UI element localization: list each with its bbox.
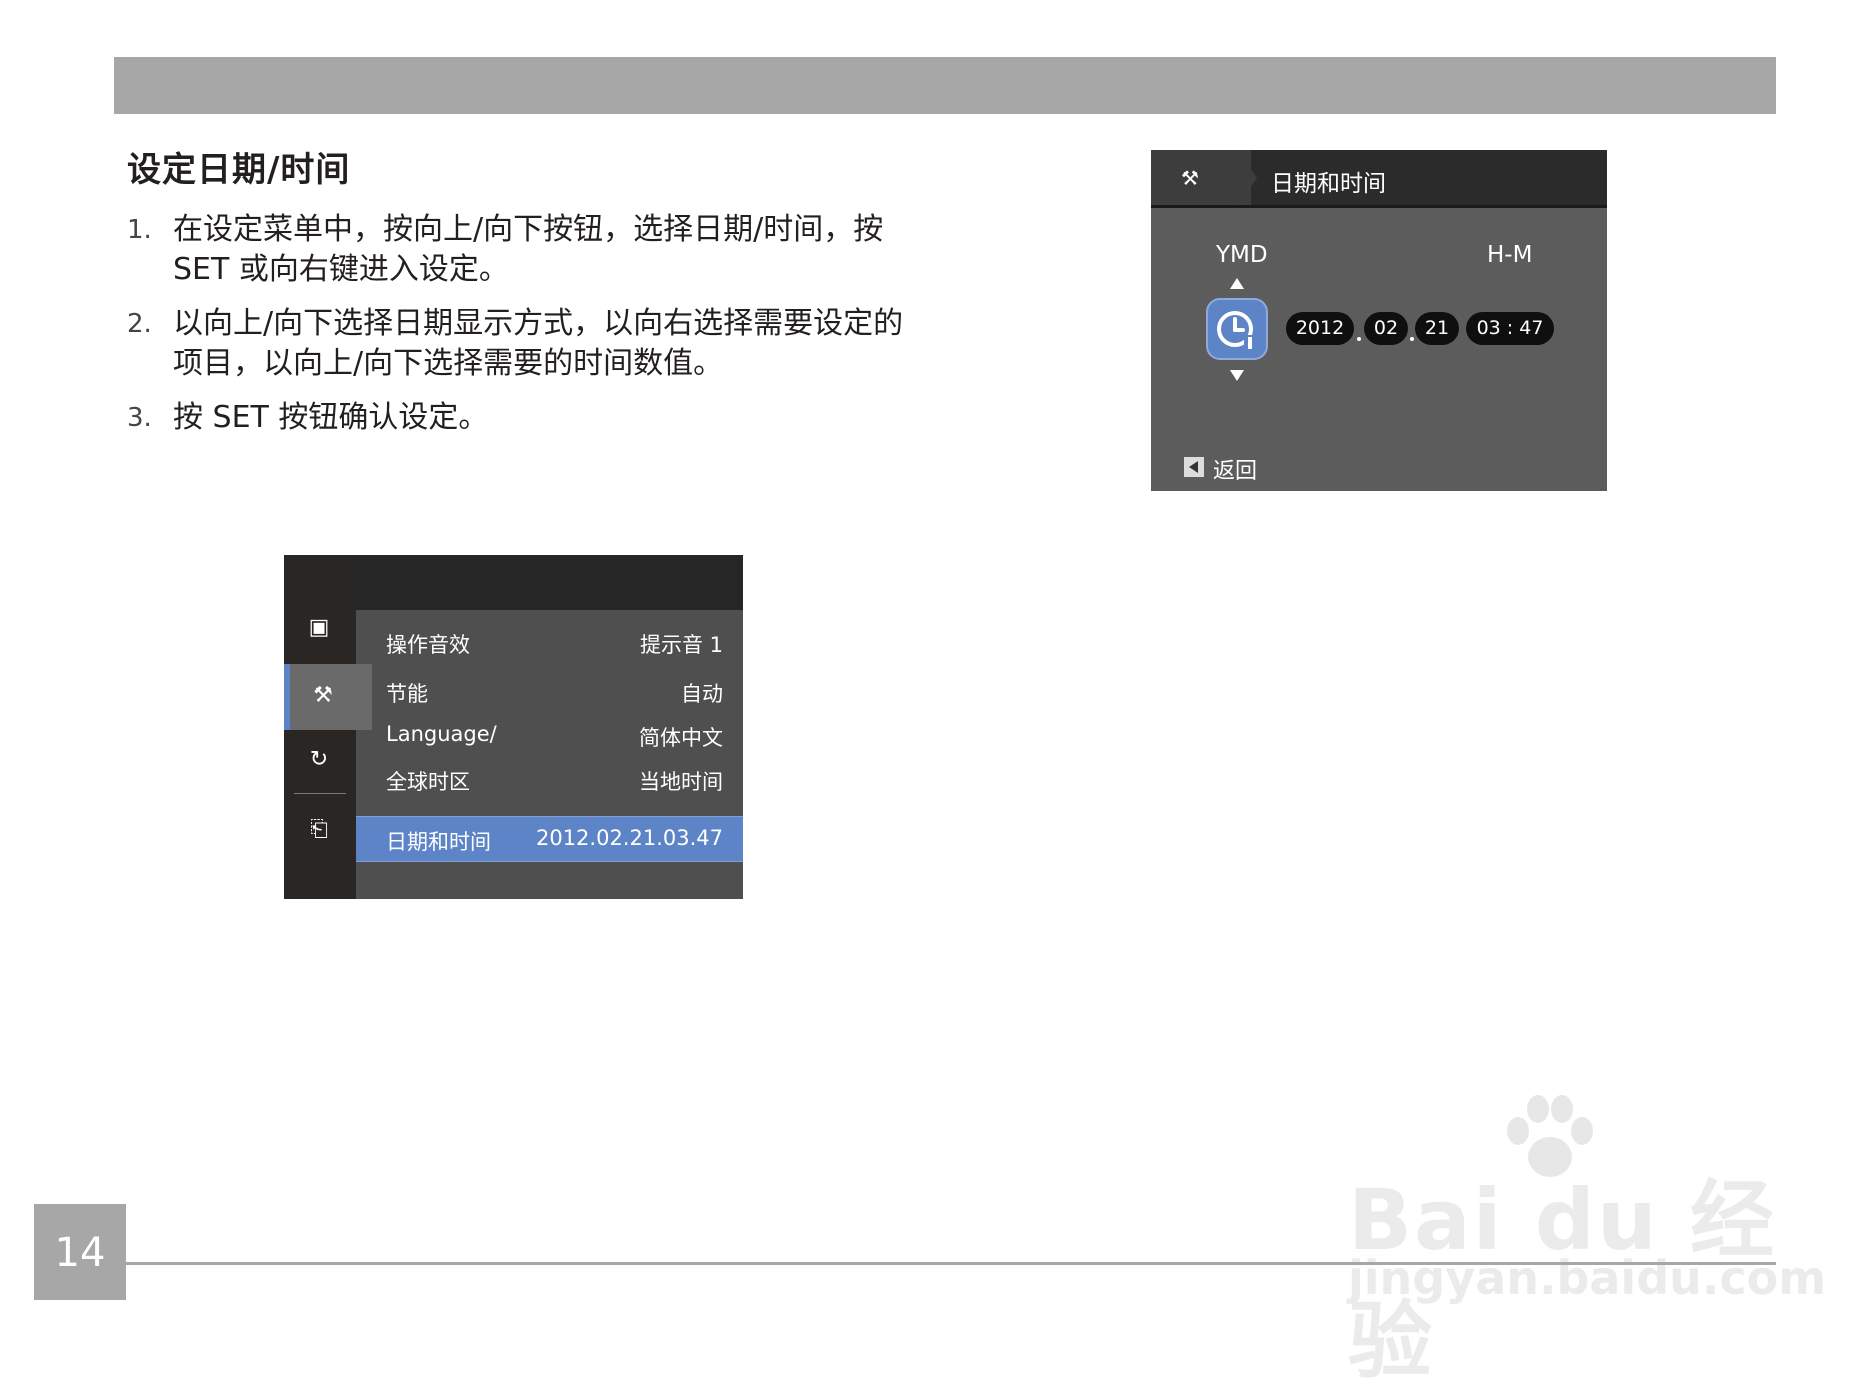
menu-item-label: 操作音效 xyxy=(386,633,470,657)
screen-header: ⚒ 日期和时间 xyxy=(1151,150,1607,208)
menu-item-date-time[interactable]: 日期和时间 2012.02.21.03.47 xyxy=(356,816,743,862)
menu-item-value: 2012.02.21.03.47 xyxy=(535,826,723,850)
datetime-screen: ⚒ 日期和时间 YMD H-M 2012 02 21 03 : 47 返回 xyxy=(1151,150,1607,491)
date-separator xyxy=(1410,337,1414,341)
page-number-box: 14 xyxy=(34,1204,126,1300)
wrench-icon: ⚒ xyxy=(313,683,333,708)
step-number: 2. xyxy=(127,309,152,339)
date-format-selector[interactable] xyxy=(1206,298,1268,360)
header-bar xyxy=(114,57,1776,114)
step-2: 2. 以向上/向下选择日期显示方式，以向右选择需要设定的项目，以向上/向下选择需… xyxy=(127,304,927,384)
instruction-list: 1. 在设定菜单中，按向上/向下按钮，选择日期/时间，按 SET 或向右键进入设… xyxy=(127,210,927,452)
step-text: 以向上/向下选择日期显示方式，以向右选择需要设定的项目，以向上/向下选择需要的时… xyxy=(173,306,904,381)
menu-item-sound[interactable]: 操作音效 提示音 1 xyxy=(356,620,743,664)
menu-sidebar: ▣ ⚒ ↻ ⎗ xyxy=(284,555,372,899)
menu-item-power-save[interactable]: 节能 自动 xyxy=(356,669,743,713)
time-format-label: H-M xyxy=(1487,242,1533,268)
step-3: 3. 按 SET 按钮确认设定。 xyxy=(127,398,927,438)
time-field[interactable]: 03 : 47 xyxy=(1466,312,1554,345)
step-text: 在设定菜单中，按向上/向下按钮，选择日期/时间，按 SET 或向右键进入设定。 xyxy=(173,212,884,287)
wrench-icon: ⚒ xyxy=(1181,166,1199,190)
menu-header xyxy=(356,555,743,610)
menu-item-world-time[interactable]: 全球时区 当地时间 xyxy=(356,757,743,801)
watermark-url: jingyan.baidu.com xyxy=(1348,1251,1827,1305)
up-arrow-icon[interactable] xyxy=(1230,278,1244,289)
month-field[interactable]: 02 xyxy=(1364,312,1408,345)
step-1: 1. 在设定菜单中，按向上/向下按钮，选择日期/时间，按 SET 或向右键进入设… xyxy=(127,210,927,290)
refresh-icon[interactable]: ↻ xyxy=(300,741,338,779)
menu-item-label: 节能 xyxy=(386,682,428,706)
connection-icon[interactable]: ⎗ xyxy=(300,811,338,849)
sidebar-divider xyxy=(294,793,346,794)
back-arrow-icon[interactable] xyxy=(1184,457,1204,477)
menu-item-value: 简体中文 xyxy=(639,726,723,750)
settings-tab[interactable]: ⚒ xyxy=(1151,150,1251,205)
down-arrow-icon[interactable] xyxy=(1230,370,1244,381)
back-label[interactable]: 返回 xyxy=(1213,453,1257,485)
menu-item-language[interactable]: Language/ 简体中文 xyxy=(356,713,743,757)
footer-rule xyxy=(126,1262,1776,1265)
year-field[interactable]: 2012 xyxy=(1286,312,1354,345)
menu-item-label: 全球时区 xyxy=(386,770,470,794)
date-format-label: YMD xyxy=(1216,242,1268,268)
clock-icon xyxy=(1217,311,1253,349)
day-field[interactable]: 21 xyxy=(1415,312,1459,345)
menu-item-label: 日期和时间 xyxy=(386,830,491,854)
menu-item-value: 自动 xyxy=(681,682,723,706)
menu-item-value: 提示音 1 xyxy=(639,633,723,657)
menu-item-label: Language/ xyxy=(386,722,497,746)
breadcrumb-chevron xyxy=(1237,150,1257,206)
settings-menu-screen: ▣ ⚒ ↻ ⎗ 操作音效 提示音 1 节能 自动 Language/ 简体中文 … xyxy=(284,555,743,899)
date-separator xyxy=(1357,337,1361,341)
baidu-watermark: Bai du 经验 jingyan.baidu.com xyxy=(1348,1091,1826,1390)
screen-title: 日期和时间 xyxy=(1271,171,1386,197)
camera-icon[interactable]: ▣ xyxy=(300,609,338,647)
step-text: 按 SET 按钮确认设定。 xyxy=(173,400,489,435)
step-number: 1. xyxy=(127,215,152,245)
menu-item-value: 当地时间 xyxy=(639,770,723,794)
step-number: 3. xyxy=(127,403,152,433)
page-number: 14 xyxy=(54,1230,106,1276)
section-title: 设定日期/时间 xyxy=(127,150,351,190)
